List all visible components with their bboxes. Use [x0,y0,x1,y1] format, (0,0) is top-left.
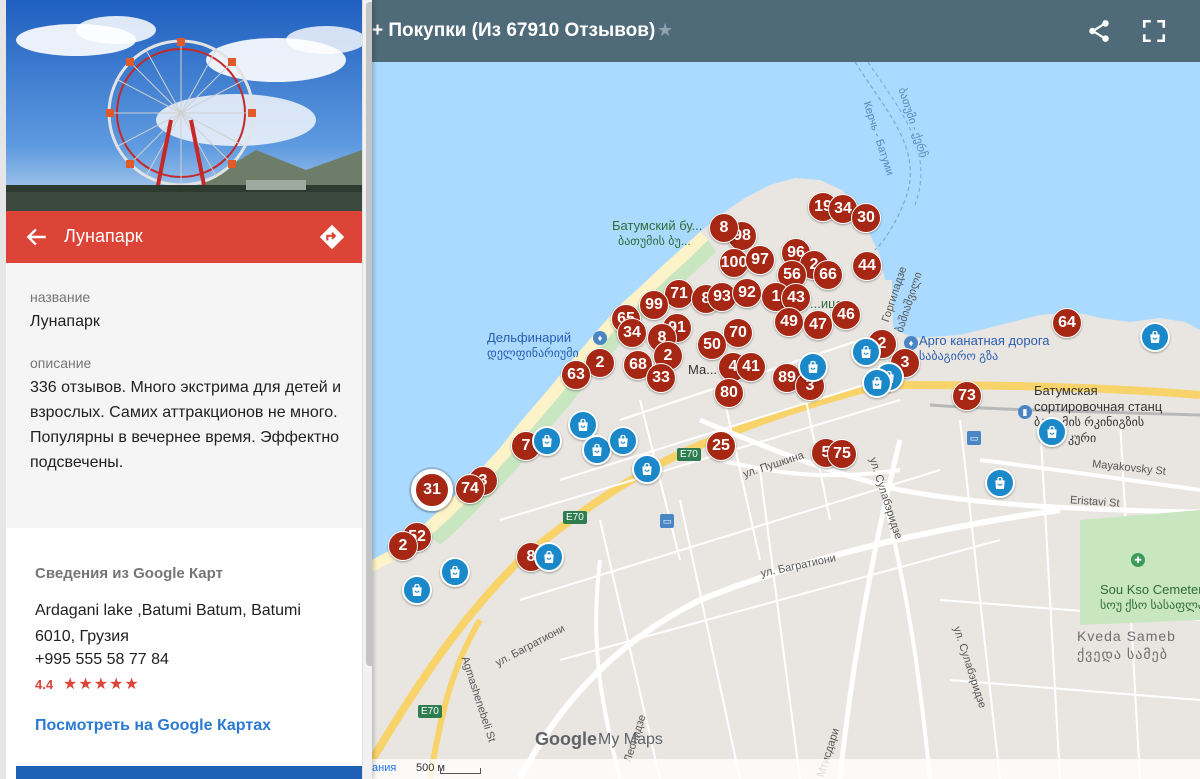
place-marker[interactable]: 63 [561,360,591,390]
shopping-bag-icon[interactable] [608,426,638,456]
label-station-2: сортировочная станц [1034,399,1163,414]
scrollbar-thumb[interactable] [366,2,372,666]
place-marker[interactable]: 49 [774,307,804,337]
label-cemetery: Sou Kso Cemeter [1100,582,1200,597]
shopping-bag-icon[interactable] [534,542,564,572]
place-marker[interactable]: 8 [709,213,739,243]
place-marker[interactable]: 30 [851,203,881,233]
google-maps-info: Сведения из Google Карт Ardagani lake ,B… [6,528,362,779]
label-dolphinarium-ka: დელფინარიუმი [487,346,579,360]
label-boulevard: Батумский бу... [612,218,703,233]
place-marker[interactable]: 46 [831,300,861,330]
station-poi-icon: ▮ [1018,405,1032,419]
next-photo-strip [16,766,362,779]
place-marker[interactable]: 97 [745,245,775,275]
map-attribution-bar: ания 500 м [372,759,1200,779]
place-marker[interactable]: 70 [723,318,753,348]
panel-title: Лунапарк [64,226,143,246]
place-fields: название Лунапарк описание 336 отзывов. … [6,263,362,528]
attribution-link[interactable]: ания [372,762,396,774]
ferris-wheel-photo [6,0,362,211]
label-cable-car-ka: საბაგირო გზა [919,349,999,363]
shopping-bag-icon[interactable] [632,454,662,484]
share-icon[interactable] [1086,18,1112,44]
map-title: + Покупки (Из 67910 Отзывов) [372,20,656,41]
shopping-bag-icon[interactable] [1140,322,1170,352]
label-cable-car: Арго канатная дорога [919,333,1050,348]
mymaps-logo: My Maps [598,731,663,748]
google-info-title: Сведения из Google Карт [35,565,223,582]
dolphinarium-poi-icon: ♦ [593,331,607,345]
arrow-back-icon[interactable] [24,224,50,250]
field-value-name: Лунапарк [30,313,100,330]
place-marker[interactable]: 25 [706,431,736,461]
shopping-bag-icon[interactable] [532,426,562,456]
rating-stars-icon: ★★★★★ [63,676,140,693]
directions-icon-svg [319,224,345,250]
shopping-bag-icon[interactable] [402,575,432,605]
label-center-fragment: Ма... [688,362,718,377]
place-marker[interactable]: 2 [388,531,418,561]
fullscreen-icon-svg [1142,19,1166,43]
field-value-description: 336 отзывов. Много экстрима для детей и … [30,379,342,471]
field-label-description: описание [30,355,92,371]
shopping-bag-icon[interactable] [985,468,1015,498]
shopping-bag-icon[interactable] [862,368,892,398]
label-station: Батумская [1034,383,1098,398]
label-dolphinarium: Дельфинарий [487,330,572,345]
place-marker[interactable]: 99 [639,290,669,320]
cemetery-poi-icon: ✚ [1131,553,1145,567]
google-logo: Google [535,729,597,749]
shopping-bag-icon[interactable] [1037,417,1067,447]
place-marker[interactable]: 41 [736,352,766,382]
place-photo [6,0,362,211]
view-on-google-maps-link[interactable]: Посмотреть на Google Картах [35,717,271,735]
place-phone: +995 555 58 77 84 [35,651,169,668]
shopping-bag-icon[interactable] [440,557,470,587]
place-rating: 4.4 [35,677,54,692]
label-boulevard-ka: ბათუმის ბუ... [618,234,691,248]
place-marker[interactable]: 34 [617,318,647,348]
directions-icon[interactable] [318,223,346,251]
place-marker[interactable]: 74 [455,474,485,504]
highway-shield-e70-2: E70 [563,511,587,524]
place-marker[interactable]: 92 [732,278,762,308]
panel-header: Лунапарк [6,211,362,263]
place-marker[interactable]: 44 [852,251,882,281]
highway-shield-e70-3: E70 [418,705,442,718]
place-marker[interactable]: 80 [714,378,744,408]
place-marker[interactable]: 47 [803,310,833,340]
place-details-panel: Лунапарк название Лунапарк описание 336 … [0,0,372,779]
label-cemetery-ka: სოუ ქსო სასაფლა [1100,598,1200,612]
highway-shield-e70: E70 [677,448,701,461]
fullscreen-icon[interactable] [1141,18,1167,44]
place-marker[interactable]: 33 [646,363,676,393]
place-marker[interactable]: 66 [813,260,843,290]
panel-scrollbar[interactable] [362,0,372,779]
map-header: + Покупки (Из 67910 Отзывов) ★ [360,0,1200,62]
star-icon[interactable]: ★ [657,20,673,41]
label-kveda: Kveda Sameb [1077,628,1176,644]
shopping-bag-icon[interactable] [851,337,881,367]
share-icon-svg [1089,20,1109,42]
bus-stop-icon-2: ▭ [967,431,981,445]
place-marker[interactable]: 75 [827,439,857,469]
arrow-back-icon-svg [26,228,46,246]
shopping-bag-icon[interactable] [798,352,828,382]
place-address: Ardagani lake ,Batumi Batum, Batumi 6010… [35,602,301,645]
field-label-name: название [30,289,91,305]
label-station-ka-2: კური [1068,431,1097,445]
bus-stop-icon: ▭ [660,514,674,528]
scale-bar [440,768,481,774]
label-kveda-ka: ქვედა სამებ [1077,646,1169,662]
place-marker[interactable]: 73 [952,381,982,411]
selected-place-marker[interactable]: 31 [411,469,453,511]
place-marker[interactable]: 64 [1052,308,1082,338]
